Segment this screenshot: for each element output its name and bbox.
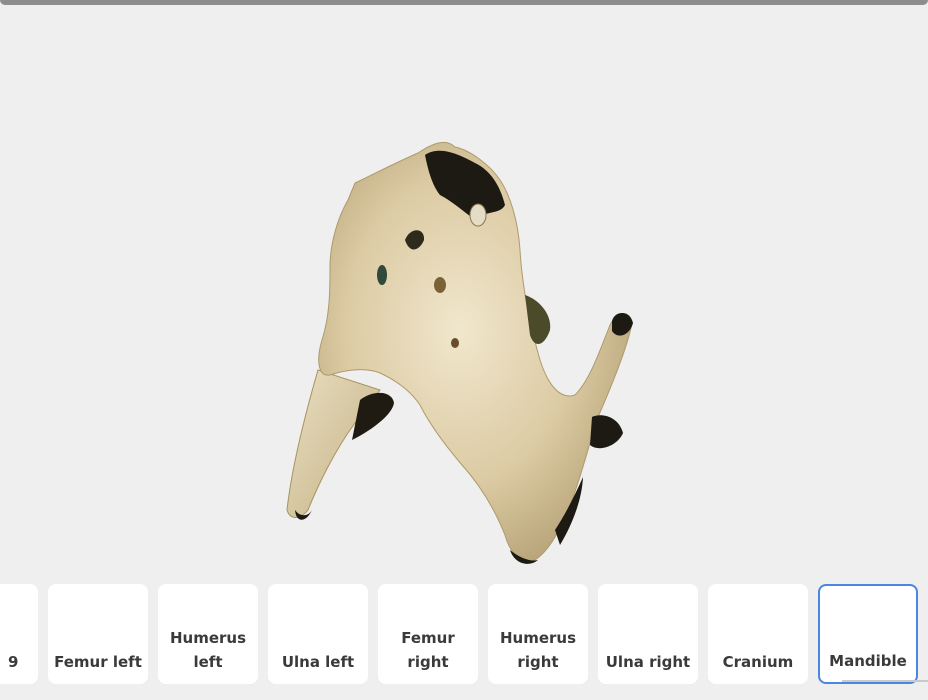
condyle-shadow — [590, 415, 623, 449]
tooth-socket — [469, 203, 487, 227]
model-gallery-strip: 9 Femur left Humerus left Ulna left Femu… — [0, 584, 928, 684]
gallery-item-label: Femur right — [401, 629, 455, 671]
gallery-item-ulna-right[interactable]: Ulna right — [598, 584, 698, 684]
gallery-item-femur-left[interactable]: Femur left — [48, 584, 148, 684]
gallery-item-label: Cranium — [722, 653, 794, 671]
gallery-item-partial[interactable]: 9 — [0, 584, 38, 684]
horizontal-scrollbar[interactable] — [842, 680, 928, 682]
gallery-item-label: Humerus right — [499, 629, 577, 671]
gallery-item-femur-right[interactable]: Femur right — [378, 584, 478, 684]
gallery-item-label: Ulna right — [605, 653, 691, 671]
gallery-item-mandible[interactable]: Mandible — [818, 584, 918, 684]
gallery-item-cranium[interactable]: Cranium — [708, 584, 808, 684]
gallery-item-label: Ulna left — [281, 653, 355, 671]
gallery-item-label: 9 — [8, 653, 19, 671]
gallery-item-ulna-left[interactable]: Ulna left — [268, 584, 368, 684]
gallery-item-humerus-right[interactable]: Humerus right — [488, 584, 588, 684]
app-window: 9 Femur left Humerus left Ulna left Femu… — [0, 0, 928, 700]
gallery-item-label: Femur left — [54, 653, 142, 671]
gallery-item-label: Mandible — [829, 652, 907, 670]
bone-model-render[interactable] — [0, 5, 928, 575]
gallery-item-humerus-left[interactable]: Humerus left — [158, 584, 258, 684]
gallery-item-label: Humerus left — [169, 629, 247, 671]
mandible-left-ramus — [286, 369, 381, 518]
3d-model-viewer[interactable] — [0, 5, 928, 575]
